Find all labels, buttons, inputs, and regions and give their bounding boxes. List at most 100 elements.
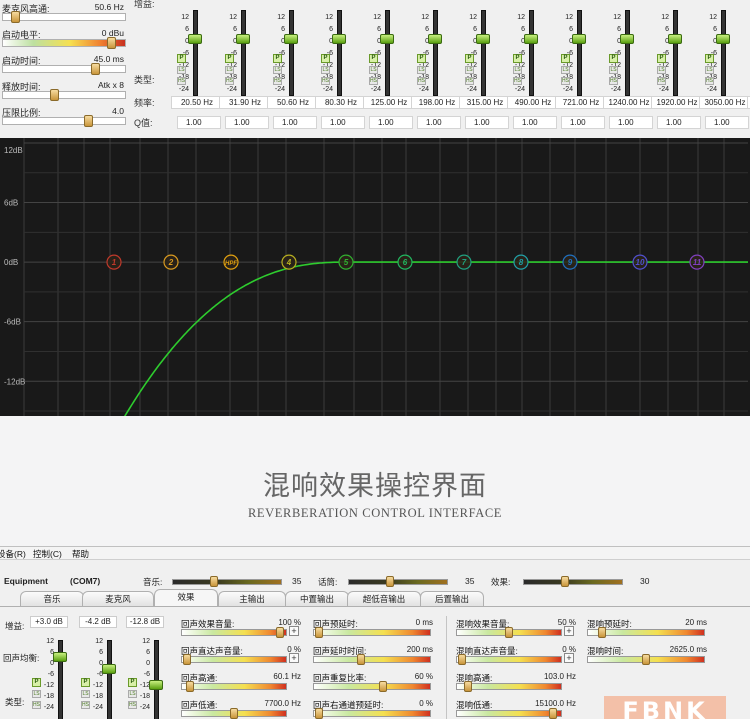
band-type-peak[interactable]: P	[465, 54, 474, 63]
expand-plus-icon[interactable]: +	[289, 653, 299, 663]
band-gain-fader[interactable]	[577, 10, 582, 96]
tab-2[interactable]: 效果	[154, 589, 218, 606]
band-type-lowshelf[interactable]: LS	[128, 690, 137, 698]
param-slider-track[interactable]	[2, 65, 126, 73]
band-type-lowshelf[interactable]: LS	[321, 66, 330, 74]
echo-eq-thumb[interactable]	[102, 664, 116, 674]
band-frequency[interactable]: 125.00 Hz	[363, 96, 415, 109]
band-gain-fader[interactable]	[337, 10, 342, 96]
echo-eq-thumb[interactable]	[53, 652, 67, 662]
band-gain-fader[interactable]	[433, 10, 438, 96]
eq-band-node[interactable]: 10	[632, 254, 648, 270]
control-slider-track[interactable]	[456, 683, 562, 690]
band-q[interactable]: 1.00	[273, 116, 317, 129]
band-type-peak[interactable]: P	[657, 54, 666, 63]
band-type-highshelf[interactable]: HS	[561, 77, 570, 85]
control-slider-thumb[interactable]	[463, 681, 472, 692]
band-q[interactable]: 1.00	[321, 116, 365, 129]
band-frequency[interactable]: 3050.00 Hz	[699, 96, 750, 109]
expand-plus-icon[interactable]: +	[289, 626, 299, 636]
mic-volume-thumb[interactable]	[386, 576, 394, 587]
band-type-highshelf[interactable]: HS	[369, 77, 378, 85]
band-gain-fader[interactable]	[289, 10, 294, 96]
param-slider-track[interactable]	[2, 13, 126, 21]
control-slider-track[interactable]	[313, 629, 431, 636]
band-type-peak[interactable]: P	[705, 54, 714, 63]
param-slider-thumb[interactable]	[11, 11, 21, 23]
band-type-peak[interactable]: P	[561, 54, 570, 63]
eq-band-node[interactable]: 7	[456, 254, 472, 270]
menu-control[interactable]: 控制(C)	[33, 548, 62, 560]
control-slider-thumb[interactable]	[379, 681, 387, 692]
music-volume-thumb[interactable]	[210, 576, 218, 587]
band-q[interactable]: 1.00	[561, 116, 605, 129]
control-slider-thumb[interactable]	[230, 708, 238, 719]
menu-help[interactable]: 帮助	[72, 548, 89, 560]
band-gain-fader[interactable]	[193, 10, 198, 96]
band-type-peak[interactable]: P	[32, 678, 41, 687]
eq-band-node[interactable]: 11	[689, 254, 705, 270]
control-slider-thumb[interactable]	[182, 654, 191, 665]
control-slider-track[interactable]	[456, 656, 562, 663]
band-gain-thumb[interactable]	[524, 34, 538, 44]
echo-gain-value[interactable]: +3.0 dB	[30, 616, 68, 628]
tab-5[interactable]: 超低音输出	[347, 591, 421, 606]
band-type-highshelf[interactable]: HS	[513, 77, 522, 85]
param-slider-track[interactable]	[2, 117, 126, 125]
eq-band-node[interactable]: 5	[338, 254, 354, 270]
band-q[interactable]: 1.00	[417, 116, 461, 129]
band-type-highshelf[interactable]: HS	[705, 77, 714, 85]
band-type-highshelf[interactable]: HS	[273, 77, 282, 85]
param-slider-thumb[interactable]	[90, 63, 100, 75]
band-gain-fader[interactable]	[241, 10, 246, 96]
band-type-peak[interactable]: P	[609, 54, 618, 63]
band-type-lowshelf[interactable]: LS	[273, 66, 282, 74]
band-q[interactable]: 1.00	[369, 116, 413, 129]
band-frequency[interactable]: 80.30 Hz	[315, 96, 367, 109]
band-q[interactable]: 1.00	[609, 116, 653, 129]
band-type-peak[interactable]: P	[417, 54, 426, 63]
control-slider-track[interactable]	[181, 683, 287, 690]
band-type-lowshelf[interactable]: LS	[417, 66, 426, 74]
band-type-highshelf[interactable]: HS	[657, 77, 666, 85]
band-type-peak[interactable]: P	[513, 54, 522, 63]
band-q[interactable]: 1.00	[177, 116, 221, 129]
band-gain-thumb[interactable]	[476, 34, 490, 44]
band-frequency[interactable]: 315.00 Hz	[459, 96, 511, 109]
band-type-peak[interactable]: P	[321, 54, 330, 63]
band-gain-fader[interactable]	[529, 10, 534, 96]
control-slider-track[interactable]	[313, 656, 431, 663]
band-q[interactable]: 1.00	[657, 116, 701, 129]
param-slider-thumb[interactable]	[106, 37, 116, 49]
band-type-highshelf[interactable]: HS	[177, 77, 186, 85]
control-slider-thumb[interactable]	[357, 654, 365, 665]
band-type-peak[interactable]: P	[128, 678, 137, 687]
band-type-highshelf[interactable]: HS	[321, 77, 330, 85]
band-q[interactable]: 1.00	[705, 116, 749, 129]
band-type-peak[interactable]: P	[81, 678, 90, 687]
param-slider-track[interactable]	[2, 91, 126, 99]
tab-3[interactable]: 主输出	[218, 591, 286, 606]
control-slider-thumb[interactable]	[598, 627, 606, 638]
band-type-highshelf[interactable]: HS	[465, 77, 474, 85]
band-type-lowshelf[interactable]: LS	[705, 66, 714, 74]
band-frequency[interactable]: 490.00 Hz	[507, 96, 559, 109]
control-slider-thumb[interactable]	[315, 627, 324, 638]
band-type-highshelf[interactable]: HS	[128, 701, 137, 709]
band-type-highshelf[interactable]: HS	[609, 77, 618, 85]
band-q[interactable]: 1.00	[513, 116, 557, 129]
band-frequency[interactable]: 50.60 Hz	[267, 96, 319, 109]
eq-band-node[interactable]: 4	[281, 254, 297, 270]
control-slider-track[interactable]	[456, 710, 562, 717]
mic-volume-slider[interactable]	[348, 579, 448, 585]
control-slider-thumb[interactable]	[315, 708, 324, 719]
band-type-lowshelf[interactable]: LS	[465, 66, 474, 74]
band-gain-thumb[interactable]	[188, 34, 202, 44]
band-gain-thumb[interactable]	[620, 34, 634, 44]
band-type-peak[interactable]: P	[273, 54, 282, 63]
band-frequency[interactable]: 1240.00 Hz	[603, 96, 655, 109]
band-frequency[interactable]: 721.00 Hz	[555, 96, 607, 109]
control-slider-track[interactable]	[181, 656, 287, 663]
effect-volume-thumb[interactable]	[561, 576, 569, 587]
control-slider-thumb[interactable]	[185, 681, 194, 692]
